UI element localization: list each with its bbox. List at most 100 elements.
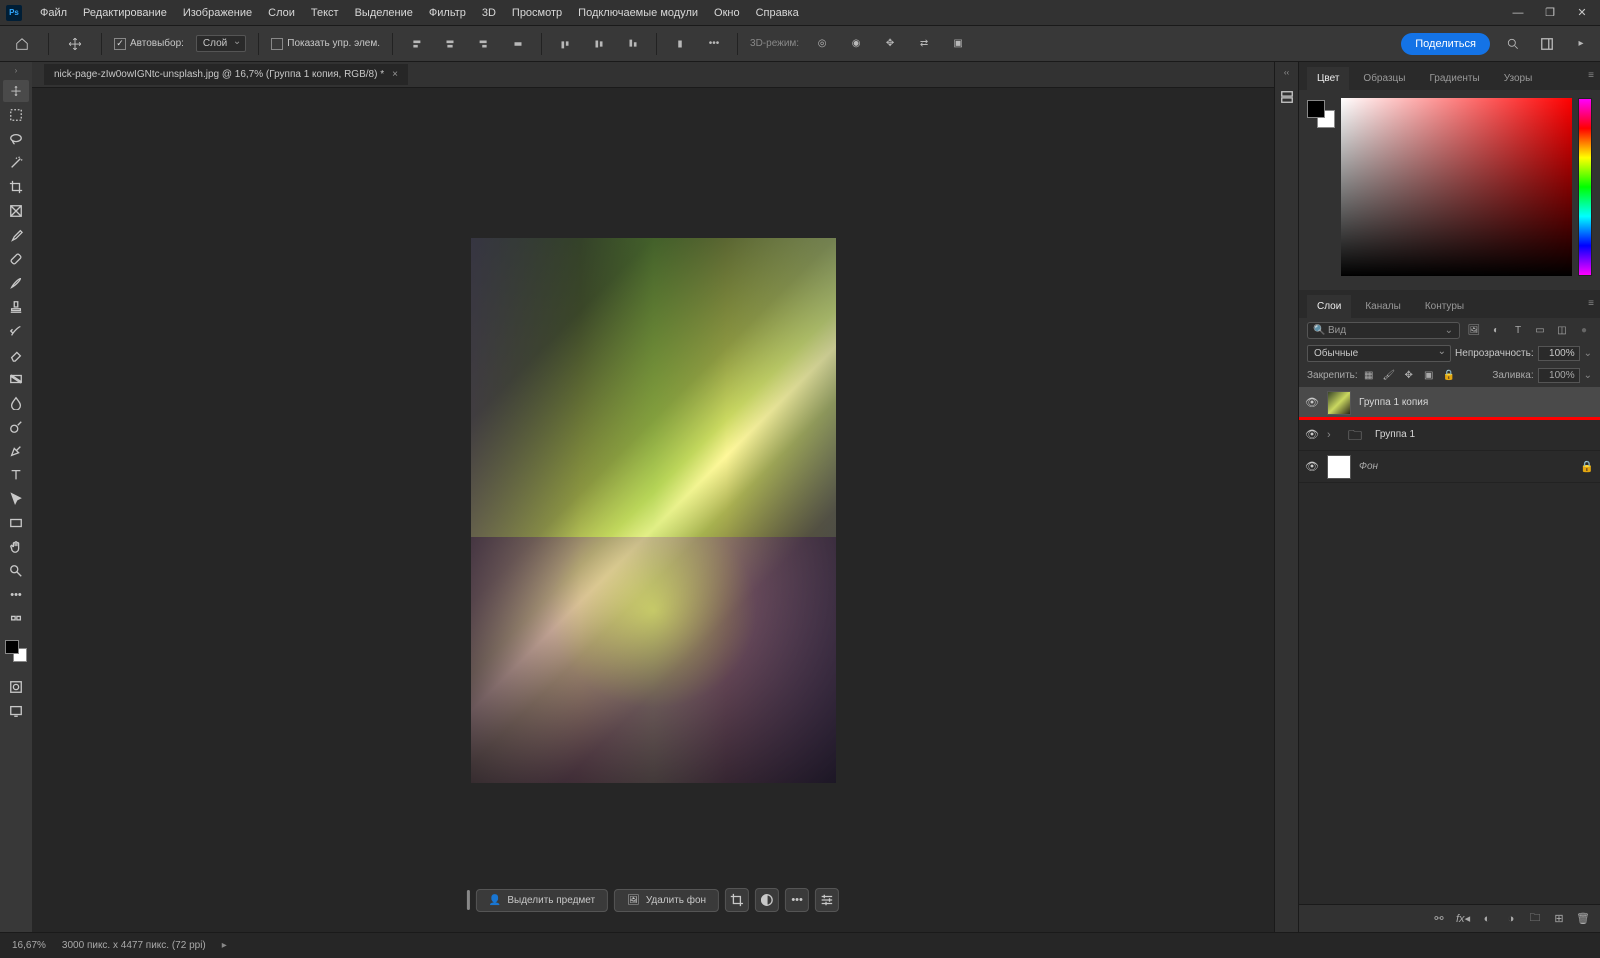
tab-color[interactable]: Цвет [1307,67,1349,90]
menu-plugins[interactable]: Подключаемые модули [570,3,706,23]
3d-roll-icon[interactable]: ◉ [845,33,867,55]
menu-view[interactable]: Просмотр [504,3,570,23]
context-more-icon[interactable]: ••• [785,888,809,912]
info-menu-icon[interactable]: ▸ [222,940,227,951]
layer-filter-dropdown[interactable]: 🔍 Вид ⌄ [1307,322,1460,339]
menu-filter[interactable]: Фильтр [421,3,474,23]
foreground-color[interactable] [5,640,19,654]
lasso-tool[interactable] [3,128,29,150]
filter-shape-icon[interactable]: ▭ [1532,323,1548,339]
share-button[interactable]: Поделиться [1401,33,1490,55]
menu-image[interactable]: Изображение [175,3,260,23]
collapsed-tab-icon[interactable] [1277,87,1297,107]
magic-wand-tool[interactable] [3,152,29,174]
lock-transparency-icon[interactable]: ▦ [1362,370,1376,381]
more-tools[interactable]: ••• [3,584,29,606]
align-bottom-icon[interactable] [622,33,644,55]
eyedropper-tool[interactable] [3,224,29,246]
lock-artboard-icon[interactable]: ▣ [1422,370,1436,381]
canvas[interactable] [471,238,836,783]
filter-toggle[interactable]: ● [1576,323,1592,339]
blend-mode-dropdown[interactable]: Обычные [1307,345,1451,362]
window-minimize-icon[interactable]: ― [1506,3,1530,23]
menu-3d[interactable]: 3D [474,3,504,23]
new-group-icon[interactable]: 🗀 [1528,909,1542,928]
more-align-icon[interactable]: ••• [703,33,725,55]
expand-panels-icon[interactable]: ‹‹ [1284,68,1289,77]
move-tool[interactable] [3,80,29,102]
path-select-tool[interactable] [3,488,29,510]
tab-paths[interactable]: Контуры [1415,295,1474,318]
3d-orbit-icon[interactable]: ◎ [811,33,833,55]
layer-name[interactable]: Фон [1359,461,1378,472]
align-vc-icon[interactable] [588,33,610,55]
blur-tool[interactable] [3,392,29,414]
tab-swatches[interactable]: Образцы [1353,67,1415,90]
panel-menu-icon[interactable]: ≡ [1588,298,1594,309]
align-top-icon[interactable] [554,33,576,55]
text-tool[interactable] [3,464,29,486]
align-hc-icon[interactable] [439,33,461,55]
remove-background-button[interactable]: 🖼Удалить фон [614,889,719,912]
3d-camera-icon[interactable]: ▣ [947,33,969,55]
quickmask-tool[interactable] [3,676,29,698]
history-brush-tool[interactable] [3,320,29,342]
visibility-toggle[interactable]: 👁 [1305,460,1319,473]
color-field[interactable] [1341,98,1572,276]
fill-input[interactable]: 100% [1538,368,1580,383]
delete-layer-icon[interactable]: 🗑 [1576,912,1590,925]
panel-menu-icon[interactable]: ≡ [1588,70,1594,81]
hand-tool[interactable] [3,536,29,558]
select-subject-button[interactable]: 👤Выделить предмет [476,889,608,912]
tab-layers[interactable]: Слои [1307,295,1351,318]
close-tab-icon[interactable]: × [392,69,398,80]
layer-mask-icon[interactable]: ◐ [1480,913,1494,925]
menu-file[interactable]: Файл [32,3,75,23]
home-button[interactable] [8,30,36,58]
lock-position-icon[interactable]: ✥ [1402,370,1416,381]
panel-menu-icon[interactable]: ▸ [1570,33,1592,55]
layer-thumbnail[interactable] [1327,455,1351,479]
panel-color-swatches[interactable] [1307,100,1335,128]
move-tool-icon[interactable] [61,30,89,58]
visibility-toggle[interactable]: 👁 [1305,396,1319,409]
menu-edit[interactable]: Редактирование [75,3,175,23]
marquee-tool[interactable] [3,104,29,126]
dodge-tool[interactable] [3,416,29,438]
distribute-v-icon[interactable] [669,33,691,55]
filter-text-icon[interactable]: T [1510,323,1526,339]
hue-slider[interactable] [1578,98,1592,276]
link-layers-icon[interactable]: ⚯ [1432,912,1446,925]
window-close-icon[interactable]: ✕ [1570,3,1594,23]
screenmode-tool[interactable] [3,700,29,722]
menu-layers[interactable]: Слои [260,3,303,23]
autoselect-checkbox[interactable]: Автовыбор: [114,38,184,50]
crop-tool[interactable] [3,176,29,198]
layer-row[interactable]: 👁 Фон 🔒 [1299,451,1600,483]
rectangle-tool[interactable] [3,512,29,534]
layer-row[interactable]: 👁 Группа 1 копия [1299,387,1600,419]
eraser-tool[interactable] [3,344,29,366]
menu-help[interactable]: Справка [748,3,807,23]
tab-gradients[interactable]: Градиенты [1419,67,1489,90]
lock-icon[interactable]: 🔒 [1580,460,1594,473]
zoom-tool[interactable] [3,560,29,582]
layer-thumbnail[interactable] [1327,391,1351,415]
zoom-level[interactable]: 16,67% [12,940,46,951]
tab-patterns[interactable]: Узоры [1494,67,1543,90]
workspace-icon[interactable] [1536,33,1558,55]
tab-channels[interactable]: Каналы [1355,295,1411,318]
panel-foreground[interactable] [1307,100,1325,118]
document-tab[interactable]: nick-page-zIw0owIGNtc-unsplash.jpg @ 16,… [44,64,408,85]
filter-smart-icon[interactable]: ◫ [1554,323,1570,339]
autoselect-dropdown[interactable]: Слой [196,35,246,52]
context-bar-handle[interactable] [467,890,470,910]
stamp-tool[interactable] [3,296,29,318]
menu-select[interactable]: Выделение [347,3,421,23]
opacity-input[interactable]: 100% [1538,346,1580,361]
align-right-icon[interactable] [473,33,495,55]
layer-fx-icon[interactable]: fx◂ [1456,912,1470,925]
adjust-layer-icon[interactable]: ◑ [1504,913,1518,925]
context-settings-icon[interactable] [815,888,839,912]
pen-tool[interactable] [3,440,29,462]
